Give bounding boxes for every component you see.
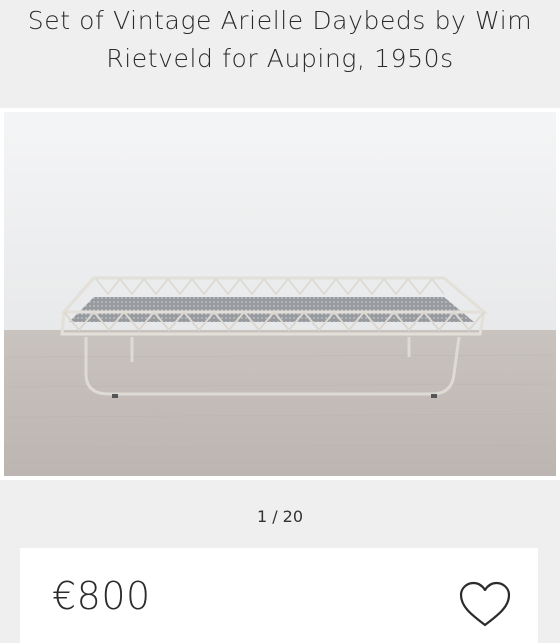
price: €800	[52, 574, 151, 618]
image-gallery[interactable]	[0, 108, 560, 480]
heart-icon[interactable]	[458, 581, 512, 629]
price-card: €800	[20, 548, 538, 643]
image-counter: 1 / 20	[256, 507, 304, 526]
daybed-photo[interactable]	[4, 112, 556, 476]
product-title: Set of Vintage Arielle Daybeds by Wim Ri…	[0, 2, 560, 78]
product-title-line-1: Set of Vintage Arielle Daybeds by Wim	[27, 6, 533, 35]
product-title-line-2: Rietveld for Auping, 1950s	[106, 44, 454, 73]
